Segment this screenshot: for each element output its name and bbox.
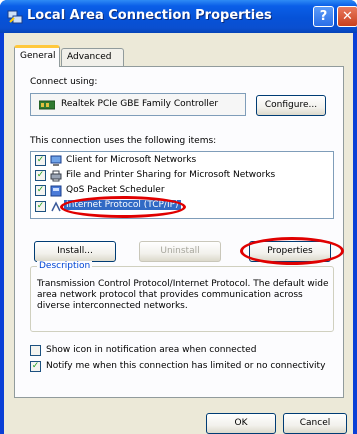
item-label: QoS Packet Scheduler — [66, 185, 165, 195]
adapter-name: Realtek PCIe GBE Family Controller — [61, 99, 219, 109]
show-icon-checkbox[interactable] — [30, 345, 41, 356]
notify-label: Notify me when this connection has limit… — [46, 361, 326, 371]
configure-button[interactable]: Configure... — [256, 95, 326, 116]
printer-sharing-icon — [50, 170, 62, 182]
adapter-field: Realtek PCIe GBE Family Controller — [30, 93, 246, 116]
list-item[interactable]: ✓ Client for Microsoft Networks — [35, 154, 325, 168]
notify-checkbox[interactable]: ✓ — [30, 361, 41, 372]
description-text: Transmission Control Protocol/Internet P… — [37, 279, 329, 311]
ok-button[interactable]: OK — [206, 413, 276, 434]
network-connection-icon — [7, 10, 23, 24]
description-title: Description — [37, 261, 93, 271]
cancel-button[interactable]: Cancel — [283, 413, 347, 434]
network-client-icon — [50, 155, 62, 166]
uninstall-button[interactable]: Uninstall — [139, 241, 221, 262]
annotation-ellipse-protocol — [60, 196, 186, 218]
description-group: Description Transmission Control Protoco… — [30, 261, 334, 332]
item-checkbox[interactable]: ✓ — [35, 155, 46, 166]
title-bar[interactable]: Local Area Connection Properties ? ✕ — [0, 0, 357, 33]
items-label: This connection uses the following items… — [30, 136, 217, 146]
tab-advanced[interactable]: Advanced — [61, 48, 124, 66]
qos-scheduler-icon — [50, 185, 62, 197]
show-icon-label: Show icon in notification area when conn… — [46, 345, 257, 355]
annotation-ellipse-properties — [240, 237, 344, 265]
list-item[interactable]: ✓ File and Printer Sharing for Microsoft… — [35, 169, 325, 183]
item-checkbox[interactable]: ✓ — [35, 185, 46, 196]
item-label: File and Printer Sharing for Microsoft N… — [66, 170, 276, 180]
item-checkbox[interactable]: ✓ — [35, 201, 46, 212]
list-item[interactable]: ✓ QoS Packet Scheduler — [35, 184, 325, 198]
tab-general[interactable]: General — [14, 45, 60, 67]
item-label: Client for Microsoft Networks — [66, 155, 197, 165]
help-button[interactable]: ? — [313, 6, 334, 27]
item-checkbox[interactable]: ✓ — [35, 170, 46, 181]
network-adapter-icon — [39, 100, 55, 110]
close-button[interactable]: ✕ — [337, 6, 357, 27]
connect-using-label: Connect using: — [30, 77, 98, 87]
window-title: Local Area Connection Properties — [27, 8, 272, 23]
install-button[interactable]: Install... — [34, 241, 116, 262]
